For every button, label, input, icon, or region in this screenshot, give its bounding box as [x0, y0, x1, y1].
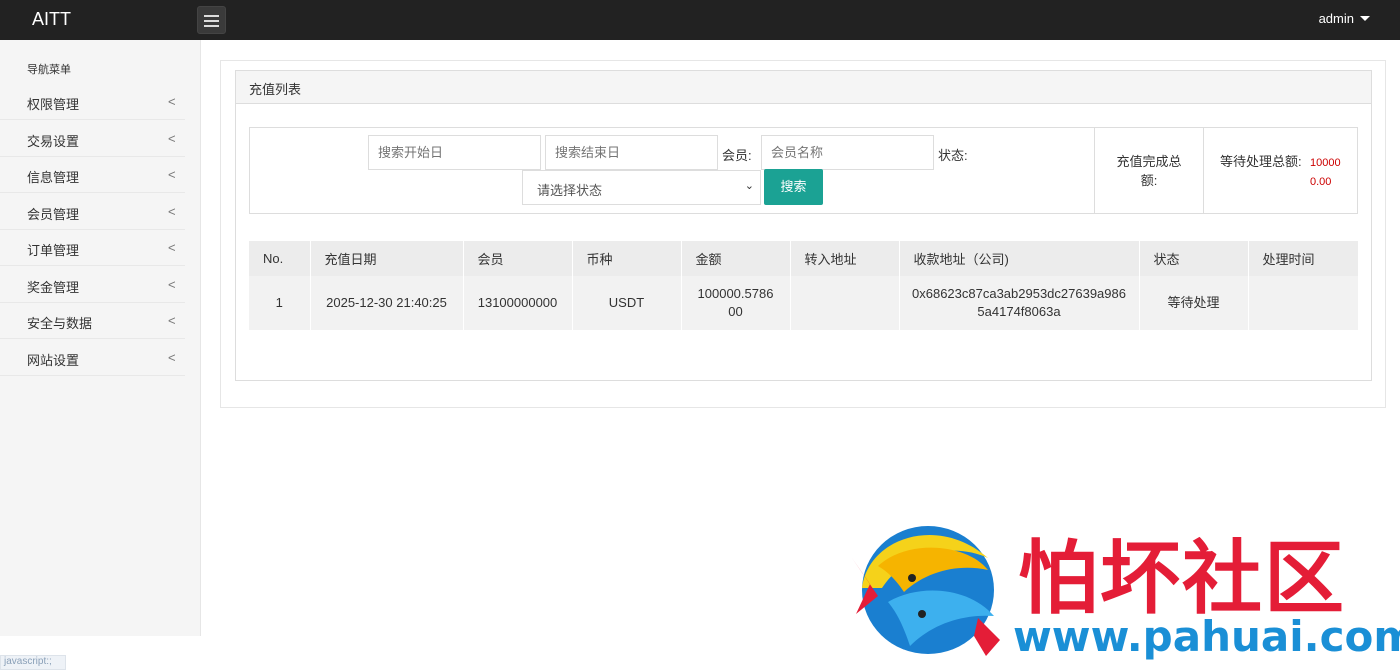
- status-label: 状态:: [938, 148, 968, 163]
- pending-total-label: 等待处理总额:: [1220, 153, 1302, 169]
- sidebar-item-permissions[interactable]: 权限管理 <: [0, 84, 185, 120]
- fish-logo-icon: [852, 526, 1000, 656]
- member-label: 会员:: [722, 148, 752, 163]
- cell-no: 1: [249, 276, 311, 330]
- cell-date: 2025-12-30 21:40:25: [310, 276, 464, 330]
- watermark-url: www.pahuai.com: [1013, 612, 1400, 661]
- list-icon-line: [206, 15, 219, 17]
- brand-logo-text[interactable]: AITT: [32, 9, 71, 30]
- completed-total-label: 充值完成总额:: [1116, 153, 1182, 188]
- chevron-left-icon: <: [168, 277, 176, 292]
- sidebar-item-label: 会员管理: [27, 207, 80, 222]
- member-name-input[interactable]: [761, 135, 934, 170]
- user-menu[interactable]: admin: [1319, 11, 1370, 26]
- cell-to-address: 0x68623c87ca3ab2953dc27639a9865a4174f806…: [899, 276, 1140, 330]
- cell-from-address: [790, 276, 900, 330]
- column-header[interactable]: 状态: [1139, 241, 1249, 276]
- column-header[interactable]: 收款地址（公司): [899, 241, 1140, 276]
- column-header[interactable]: 充值日期: [310, 241, 464, 276]
- chevron-left-icon: <: [168, 204, 176, 219]
- user-name: admin: [1318, 11, 1354, 26]
- recharge-panel: 充值列表: [235, 70, 1372, 381]
- pending-total-value: 100000.00: [1310, 156, 1341, 188]
- status-select-value: 请选择状态: [537, 183, 603, 198]
- cell-currency: USDT: [572, 276, 682, 330]
- pending-total-wrap: 等待处理总额: 100000.00: [1216, 152, 1345, 190]
- sidebar-item-label: 网站设置: [27, 353, 80, 368]
- browser-status-bar: javascript:;: [0, 655, 66, 670]
- sidebar-item-label: 交易设置: [27, 134, 80, 149]
- table-row[interactable]: 1 2025-12-30 21:40:25 13100000000 USDT 1…: [249, 276, 1358, 330]
- start-date-input[interactable]: [368, 135, 541, 170]
- cell-amount: 100000.578600: [681, 276, 791, 330]
- menu-toggle-button[interactable]: [197, 6, 226, 34]
- status-select[interactable]: 请选择状态 ⌄: [522, 170, 761, 205]
- cell-process-time: [1248, 276, 1358, 330]
- column-header[interactable]: 转入地址: [790, 241, 900, 276]
- chevron-left-icon: <: [168, 240, 176, 255]
- sidebar-item-label: 信息管理: [27, 170, 80, 185]
- caret-down-icon: [1360, 16, 1370, 21]
- search-button[interactable]: 搜索: [764, 169, 823, 205]
- column-header[interactable]: 会员: [463, 241, 573, 276]
- top-bar: AITT admin: [0, 0, 1400, 40]
- end-date-input[interactable]: [545, 135, 718, 170]
- table-header-row: No. 充值日期 会员 币种 金额 转入地址 收款地址（公司) 状态 处理时间: [249, 241, 1358, 276]
- chevron-left-icon: <: [168, 313, 176, 328]
- completed-total-cell: 充值完成总额:: [1095, 127, 1204, 214]
- sidebar-item-label: 安全与数据: [27, 316, 93, 331]
- column-header[interactable]: No.: [249, 241, 311, 276]
- list-icon-line: [206, 25, 219, 27]
- pending-total-cell: 等待处理总额: 100000.00: [1204, 127, 1358, 214]
- panel-title: 充值列表: [236, 71, 1371, 104]
- chevron-down-icon: ⌄: [744, 180, 754, 192]
- cell-status: 等待处理: [1139, 276, 1249, 330]
- chevron-left-icon: <: [168, 167, 176, 182]
- sidebar-item-info[interactable]: 信息管理 <: [0, 157, 185, 193]
- sidebar-item-members[interactable]: 会员管理 <: [0, 194, 185, 230]
- recharge-table: No. 充值日期 会员 币种 金额 转入地址 收款地址（公司) 状态 处理时间 …: [249, 241, 1358, 330]
- sidebar-item-label: 权限管理: [27, 97, 80, 112]
- sidebar-item-bonus[interactable]: 奖金管理 <: [0, 267, 185, 303]
- chevron-left-icon: <: [168, 94, 176, 109]
- sidebar-item-trade-settings[interactable]: 交易设置 <: [0, 121, 185, 157]
- column-header[interactable]: 币种: [572, 241, 682, 276]
- sidebar-item-security[interactable]: 安全与数据 <: [0, 303, 185, 339]
- chevron-left-icon: <: [168, 350, 176, 365]
- sidebar-item-orders[interactable]: 订单管理 <: [0, 230, 185, 266]
- column-header[interactable]: 金额: [681, 241, 791, 276]
- chevron-left-icon: <: [168, 131, 176, 146]
- sidebar: 导航菜单 权限管理 < 交易设置 < 信息管理 < 会员管理 < 订单管理 < …: [0, 40, 201, 636]
- sidebar-item-site-settings[interactable]: 网站设置 <: [0, 340, 185, 376]
- list-icon-line: [206, 20, 219, 22]
- sidebar-item-label: 奖金管理: [27, 280, 80, 295]
- nav-title: 导航菜单: [27, 64, 71, 76]
- sidebar-item-label: 订单管理: [27, 243, 80, 258]
- column-header[interactable]: 处理时间: [1248, 241, 1358, 276]
- cell-member: 13100000000: [463, 276, 573, 330]
